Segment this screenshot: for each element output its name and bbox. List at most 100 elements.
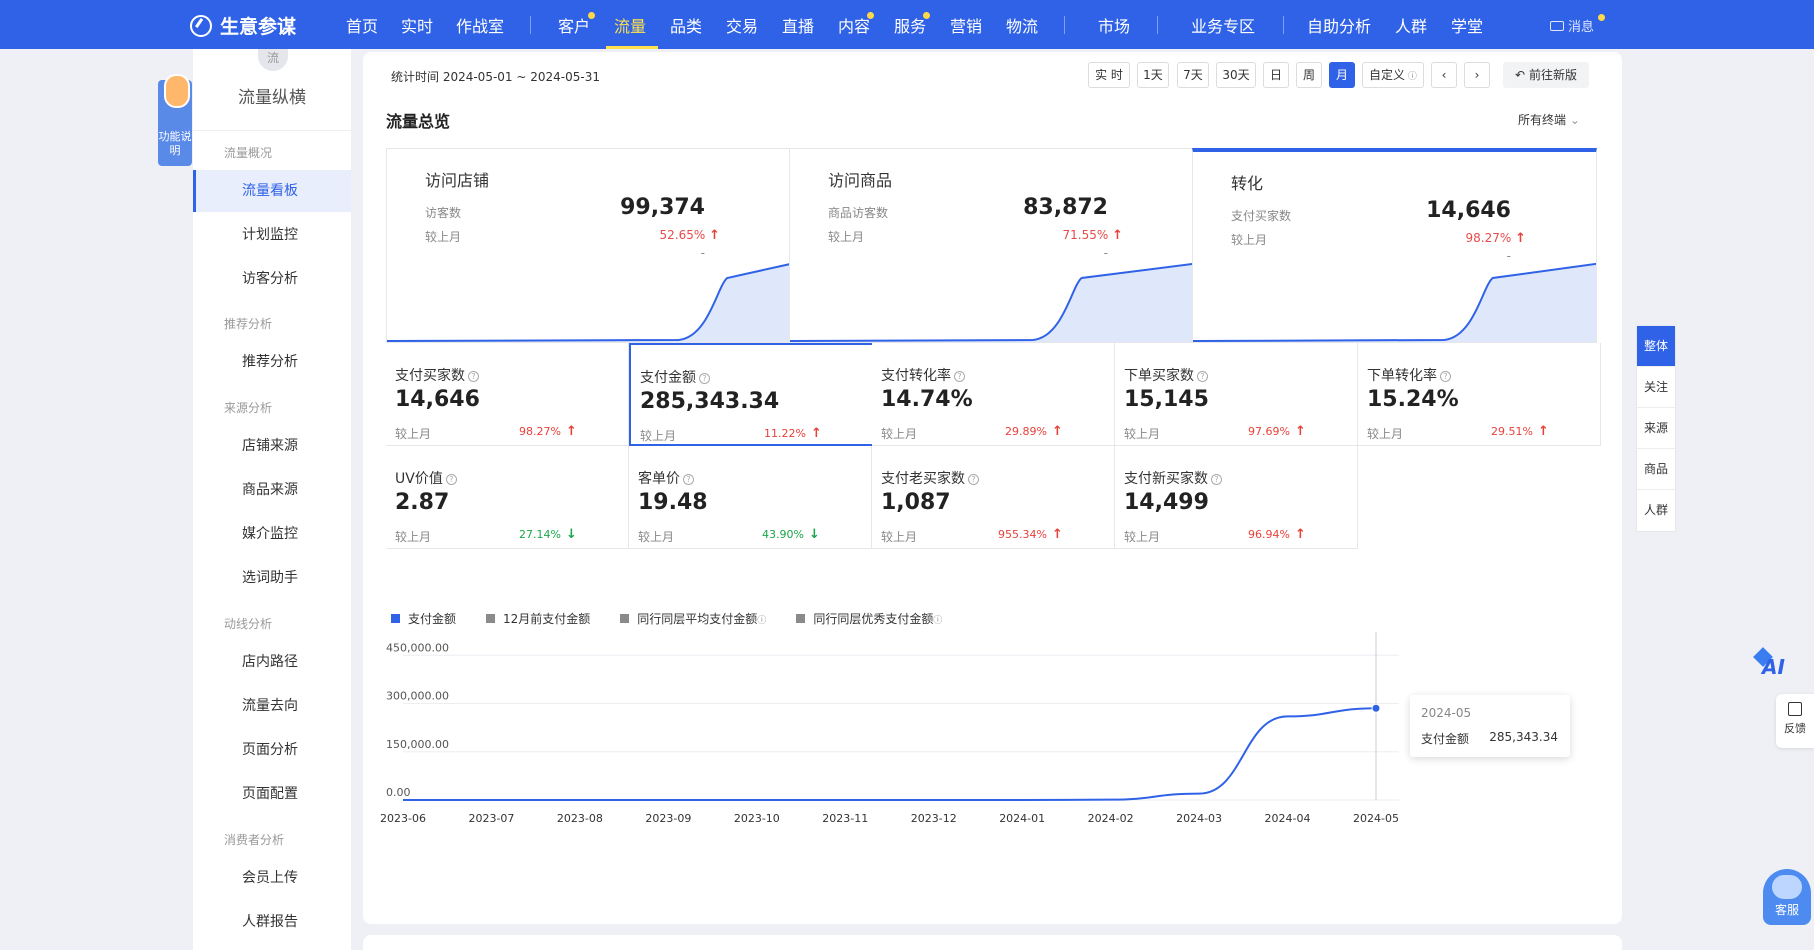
nav-academy[interactable]: 学堂 [1451, 13, 1483, 37]
range-30d-button[interactable]: 30天 [1216, 62, 1256, 88]
metric-compare-label: 较上月 [881, 530, 918, 544]
nav-divider [1157, 16, 1158, 34]
metric-change: 29.51% [1491, 425, 1533, 438]
metric-value: 1,087 [881, 490, 951, 515]
sidebar-item-crowd-report[interactable]: 人群报告 [193, 901, 351, 943]
nav-live[interactable]: 直播 [782, 13, 814, 37]
help-icon[interactable]: ? [1440, 371, 1451, 382]
terminal-select[interactable]: 所有终端 ⌄ [1518, 111, 1580, 128]
chevron-down-icon: ⌄ [1569, 113, 1580, 127]
nav-home[interactable]: 首页 [346, 13, 378, 37]
sidebar-item-goods-source[interactable]: 商品来源 [193, 469, 351, 511]
overview-card[interactable]: 访问店铺 访客数 较上月 99,374 52.65% ↑ - [386, 148, 791, 343]
card-value: 99,374 [620, 195, 705, 220]
sidebar-item-store-path[interactable]: 店内路径 [193, 641, 351, 683]
metric-value: 14,499 [1124, 490, 1209, 515]
nav-self-analysis[interactable]: 自助分析 [1307, 13, 1371, 37]
metric-compare-label: 较上月 [1367, 427, 1404, 441]
metric-cell[interactable]: 下单买家数? 15,145 较上月 97.69% ↑ [1115, 343, 1358, 446]
help-icon[interactable]: ? [968, 474, 979, 485]
sidebar-item-media-monitor[interactable]: 媒介监控 [193, 513, 351, 555]
legend-item[interactable]: 12月前支付金额 [486, 610, 590, 627]
overview-card[interactable]: 访问商品 商品访客数 较上月 83,872 71.55% ↑ - [789, 148, 1194, 343]
nav-realtime[interactable]: 实时 [401, 13, 433, 37]
sidebar-item-page-analysis[interactable]: 页面分析 [193, 729, 351, 771]
go-new-version-button[interactable]: ↶ 前往新版 [1503, 62, 1589, 88]
customer-service-button[interactable]: 客服 [1763, 869, 1811, 925]
help-icon[interactable]: ? [1211, 474, 1222, 485]
help-icon[interactable]: ? [954, 371, 965, 382]
help-icon[interactable]: ? [1197, 371, 1208, 382]
legend-item[interactable]: 同行同层优秀支付金额ⓘ [796, 610, 942, 627]
sidebar-item-shop-source[interactable]: 店铺来源 [193, 425, 351, 467]
range-week-button[interactable]: 周 [1296, 62, 1322, 88]
float-tab-follow[interactable]: 关注 [1637, 367, 1675, 408]
nav-service[interactable]: 服务 [894, 13, 926, 37]
range-day-button[interactable]: 日 [1263, 62, 1289, 88]
legend-item[interactable]: 同行同层平均支付金额ⓘ [620, 610, 766, 627]
card-change: 98.27% ↑ [1466, 231, 1527, 246]
messages-button[interactable]: 消息 [1550, 16, 1594, 35]
metric-cell[interactable]: 支付新买家数? 14,499 较上月 96.94% ↑ [1115, 446, 1358, 549]
sidebar-group-consumer: 消费者分析 [224, 833, 285, 847]
sidebar-item-page-config[interactable]: 页面配置 [193, 773, 351, 815]
feedback-button[interactable]: 反馈 [1776, 694, 1814, 748]
sidebar-item-word-helper[interactable]: 选词助手 [193, 557, 351, 599]
help-icon[interactable]: ? [445, 474, 457, 485]
metric-cell[interactable]: 支付金额? 285,343.34 较上月 11.22% ↑ [629, 343, 874, 446]
range-month-button[interactable]: 月 [1329, 62, 1355, 88]
sidebar-item-visitor-analysis[interactable]: 访客分析 [193, 258, 351, 300]
nav-logistics[interactable]: 物流 [1006, 13, 1038, 37]
metric-title: 支付金额? [640, 367, 710, 387]
metric-cell[interactable]: 客单价? 19.48 较上月 43.90% ↓ [629, 446, 872, 549]
nav-business-zone[interactable]: 业务专区 [1191, 13, 1255, 37]
ai-assistant-button[interactable]: AI [1762, 655, 1785, 679]
legend-label: 支付金额 [408, 612, 457, 626]
next-period-button[interactable]: › [1464, 62, 1490, 88]
help-icon[interactable]: ? [468, 371, 479, 382]
legend-item[interactable]: 支付金额 [391, 610, 456, 627]
sidebar-item-rec-analysis[interactable]: 推荐分析 [193, 341, 351, 383]
range-realtime-button[interactable]: 实 时 [1088, 62, 1130, 88]
float-tab-goods[interactable]: 商品 [1637, 449, 1675, 490]
nav-trade[interactable]: 交易 [726, 13, 758, 37]
nav-crowd[interactable]: 人群 [1395, 13, 1427, 37]
nav-customer[interactable]: 客户 [558, 13, 590, 37]
sidebar-item-flow-board[interactable]: 流量看板 [193, 170, 351, 212]
help-icon[interactable]: ? [699, 373, 710, 384]
sidebar-item-member-upload[interactable]: 会员上传 [193, 857, 351, 899]
chart-legend: 支付金额 12月前支付金额 同行同层平均支付金额ⓘ 同行同层优秀支付金额ⓘ [391, 610, 942, 627]
feature-guide-tab[interactable]: 功能说明 [158, 74, 192, 166]
nav-content[interactable]: 内容 [838, 13, 870, 37]
legend-label: 同行同层平均支付金额 [637, 612, 758, 626]
metric-cell[interactable]: UV价值? 2.87 较上月 27.14% ↓ [386, 446, 629, 549]
metric-value: 19.48 [638, 490, 708, 515]
section-icon: 流 [258, 49, 288, 71]
metric-cell[interactable]: 下单转化率? 15.24% 较上月 29.51% ↑ [1358, 343, 1601, 446]
sidebar-item-plan-monitor[interactable]: 计划监控 [193, 214, 351, 256]
float-tab-source[interactable]: 来源 [1637, 408, 1675, 449]
nav-category[interactable]: 品类 [670, 13, 702, 37]
nav-traffic[interactable]: 流量 [614, 13, 646, 37]
prev-period-button[interactable]: ‹ [1431, 62, 1457, 88]
nav-war-room[interactable]: 作战室 [456, 13, 504, 37]
metric-cell[interactable]: 支付买家数? 14,646 较上月 98.27% ↑ [386, 343, 629, 446]
metric-cell[interactable]: 支付转化率? 14.74% 较上月 29.89% ↑ [872, 343, 1115, 446]
help-icon[interactable]: ? [683, 474, 694, 485]
range-1d-button[interactable]: 1天 [1137, 62, 1169, 88]
metric-compare-label: 较上月 [1124, 530, 1161, 544]
payment-amount-chart[interactable]: 600,000.00450,000.00300,000.00150,000.00… [363, 632, 1622, 950]
arrow-up-icon: ↑ [1538, 424, 1549, 439]
sidebar-item-flow-direction[interactable]: 流量去向 [193, 685, 351, 727]
nav-market[interactable]: 市场 [1098, 13, 1130, 37]
range-custom-button[interactable]: 自定义 ⓘ [1362, 62, 1424, 88]
nav-marketing[interactable]: 营销 [950, 13, 982, 37]
metric-cell[interactable]: 支付老买家数? 1,087 较上月 955.34% ↑ [872, 446, 1115, 549]
float-tab-crowd[interactable]: 人群 [1637, 490, 1675, 531]
app-logo[interactable]: 生意参谋 [190, 12, 296, 39]
metric-title: UV价值? [395, 468, 457, 488]
float-tab-overall[interactable]: 整体 [1637, 326, 1675, 367]
legend-label: 同行同层优秀支付金额 [813, 612, 934, 626]
range-7d-button[interactable]: 7天 [1177, 62, 1209, 88]
overview-card[interactable]: 转化 支付买家数 较上月 14,646 98.27% ↑ - [1192, 148, 1597, 343]
